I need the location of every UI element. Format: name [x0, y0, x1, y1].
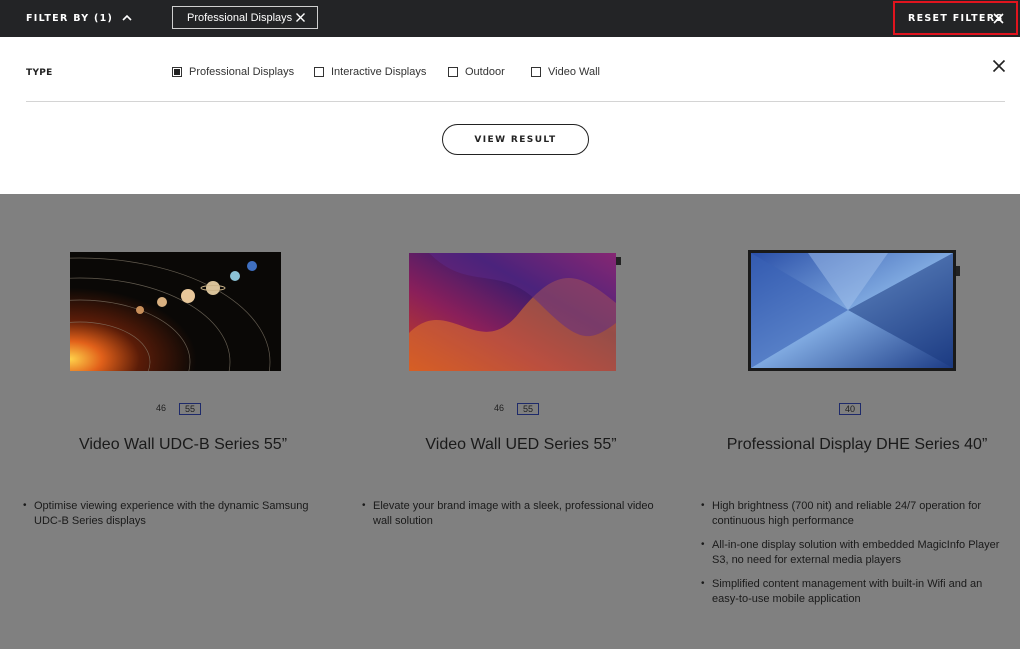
feature-item: High brightness (700 nit) and reliable 2…: [701, 499, 1001, 528]
size-option-selected[interactable]: 55: [517, 403, 540, 415]
feature-list: Elevate your brand image with a sleek, p…: [362, 499, 667, 538]
product-card[interactable]: 46 55 Video Wall UED Series 55” Elevate …: [344, 194, 684, 649]
product-title[interactable]: Professional Display DHE Series 40”: [680, 436, 1020, 454]
filter-by-toggle[interactable]: FILTER BY (1): [26, 12, 133, 24]
feature-item: Optimise viewing experience with the dyn…: [23, 499, 328, 528]
filter-bar: FILTER BY (1) Professional Displays RESE…: [0, 0, 1020, 37]
size-option-selected[interactable]: 40: [838, 403, 861, 415]
type-option-label: Interactive Displays: [331, 66, 427, 78]
checkbox[interactable]: [531, 67, 541, 77]
feature-item: Simplified content management with built…: [701, 577, 1001, 606]
size-options: 40: [680, 403, 1020, 415]
feature-list: Optimise viewing experience with the dyn…: [23, 499, 328, 538]
close-icon[interactable]: [992, 59, 1006, 73]
product-image[interactable]: [70, 252, 281, 371]
active-filter-chip[interactable]: Professional Displays: [172, 6, 318, 29]
feature-item: Elevate your brand image with a sleek, p…: [362, 499, 667, 528]
type-option-label: Outdoor: [465, 66, 505, 78]
active-filter-chip-label: Professional Displays: [187, 11, 293, 24]
type-option-professional-displays[interactable]: Professional Displays: [172, 66, 294, 78]
chevron-up-icon: [122, 14, 132, 21]
checkbox[interactable]: [448, 67, 458, 77]
checkbox[interactable]: [314, 67, 324, 77]
product-title[interactable]: Video Wall UED Series 55”: [344, 436, 698, 454]
type-option-label: Professional Displays: [189, 66, 295, 78]
product-image[interactable]: [748, 250, 960, 371]
reset-filters-button[interactable]: RESET FILTERS: [893, 1, 1018, 35]
size-option-selected[interactable]: 55: [179, 403, 202, 415]
reset-filters-label: RESET FILTERS: [908, 12, 1004, 24]
checkbox[interactable]: [172, 67, 182, 77]
size-options: 46 55: [6, 403, 346, 415]
type-option-label: Video Wall: [548, 66, 600, 78]
filter-by-label: FILTER BY (1): [26, 12, 114, 24]
type-option-outdoor[interactable]: Outdoor: [448, 66, 505, 78]
close-icon[interactable]: [295, 12, 306, 23]
product-card[interactable]: 46 55 Video Wall UDC-B Series 55” Optimi…: [6, 194, 346, 649]
divider: [26, 101, 1005, 102]
size-option[interactable]: 46: [489, 403, 509, 415]
size-option[interactable]: 46: [151, 403, 171, 415]
view-result-button[interactable]: VIEW RESULT: [442, 124, 589, 155]
type-option-interactive-displays[interactable]: Interactive Displays: [314, 66, 426, 78]
filter-panel: TYPE Professional Displays Interactive D…: [0, 37, 1020, 194]
feature-list: High brightness (700 nit) and reliable 2…: [701, 499, 1001, 616]
size-options: 46 55: [344, 403, 684, 415]
close-icon: [993, 13, 1004, 24]
feature-item: All-in-one display solution with embedde…: [701, 538, 1001, 567]
type-filter-heading: TYPE: [26, 68, 53, 78]
product-title[interactable]: Video Wall UDC-B Series 55”: [6, 436, 360, 454]
product-image[interactable]: [409, 253, 621, 371]
type-option-video-wall[interactable]: Video Wall: [531, 66, 600, 78]
product-card[interactable]: 40 Professional Display DHE Series 40” H…: [680, 194, 1020, 649]
